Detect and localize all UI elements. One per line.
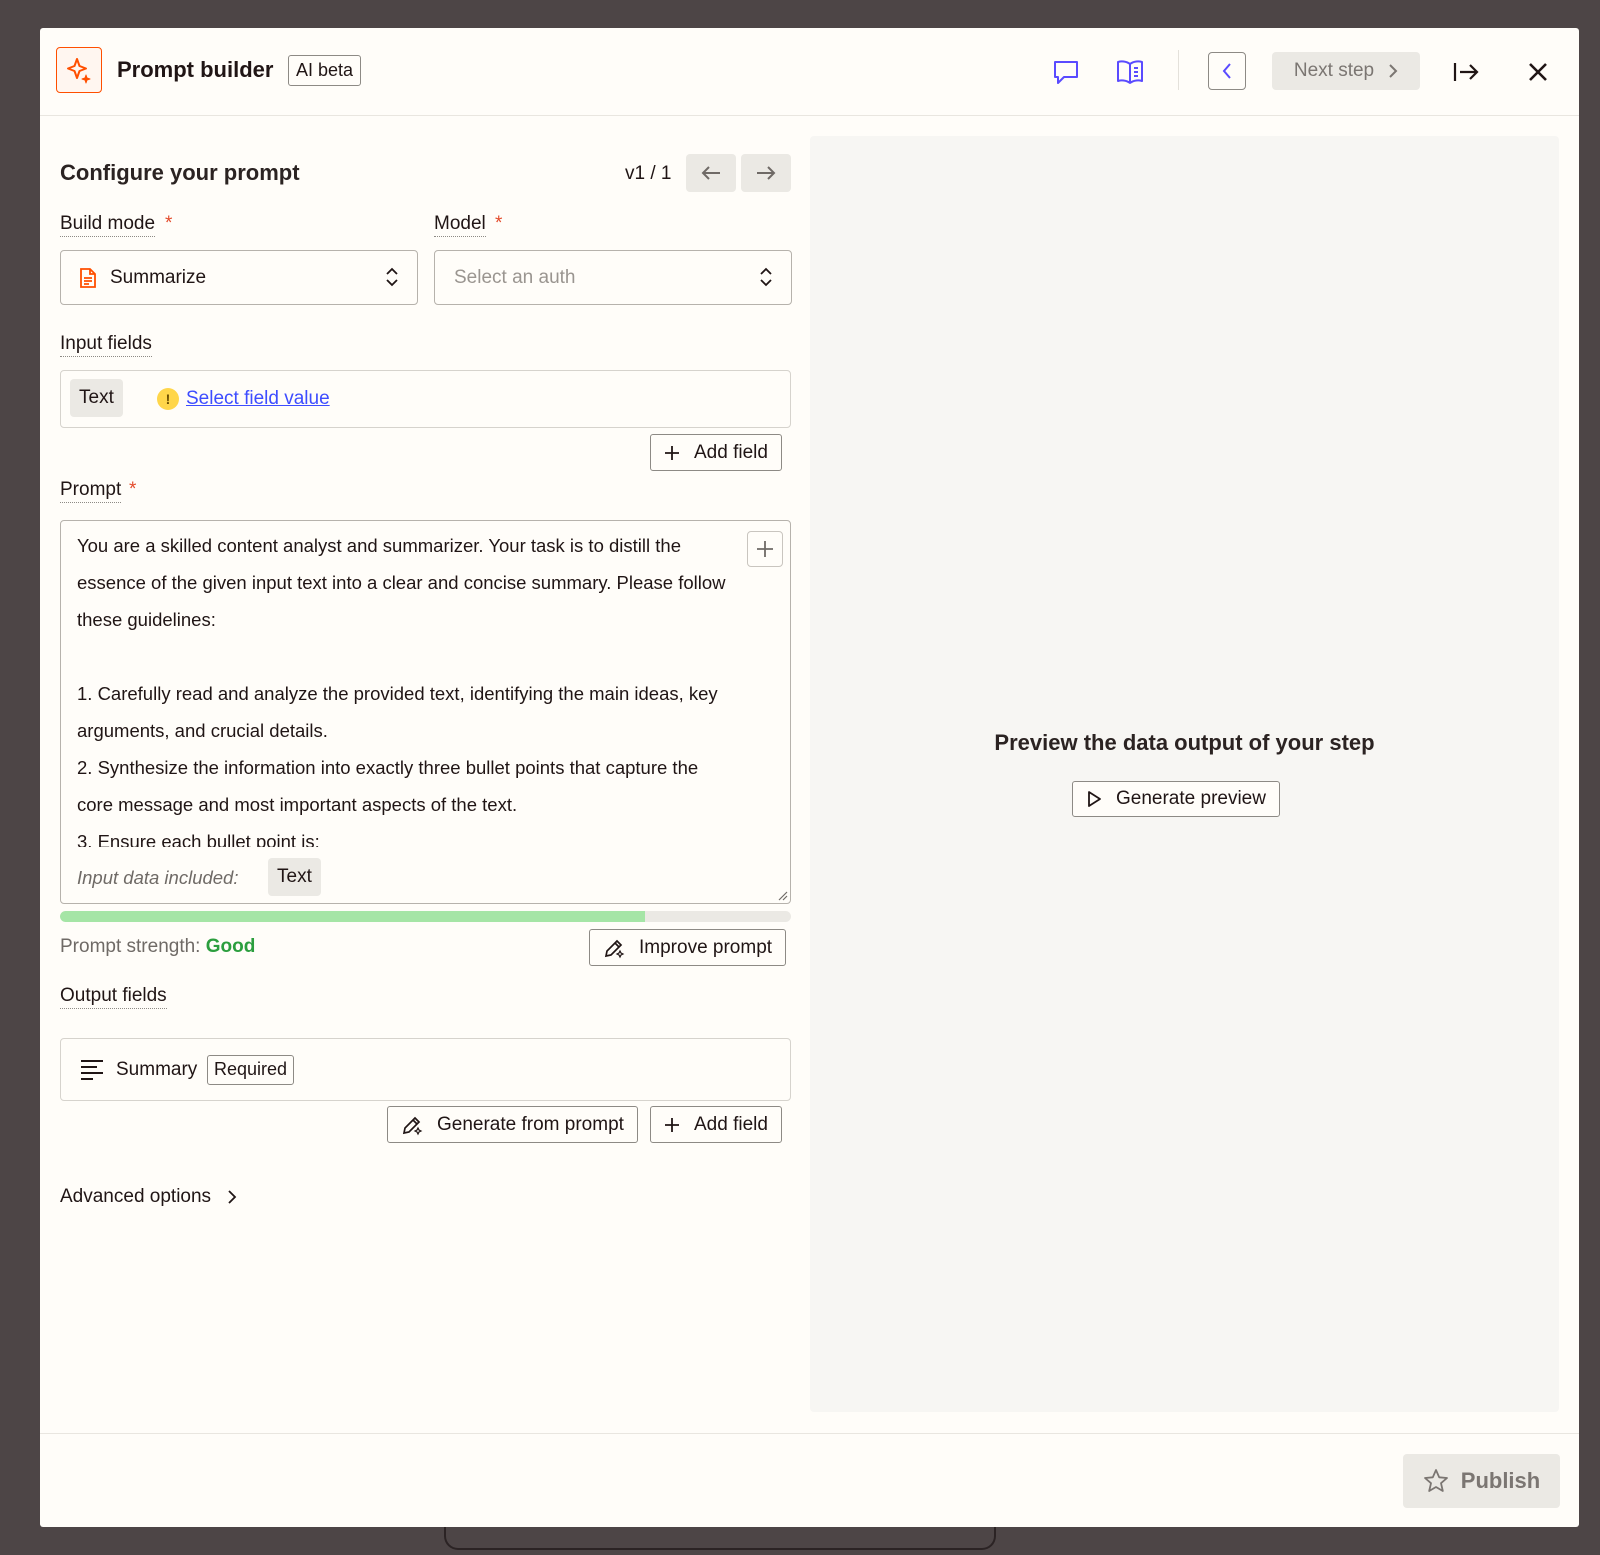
model-select[interactable]: Select an auth xyxy=(434,250,792,305)
prompt-strength-value: Good xyxy=(205,936,256,957)
output-field-name[interactable]: Summary xyxy=(116,1059,197,1081)
build-mode-label: Build mode xyxy=(60,213,156,237)
publish-button[interactable]: Publish xyxy=(1403,1454,1560,1508)
generate-preview-button[interactable]: Generate preview xyxy=(1072,781,1280,817)
required-asterisk: * xyxy=(129,479,137,500)
previous-step-button[interactable] xyxy=(1208,52,1246,90)
prompt-label: Prompt xyxy=(60,479,122,503)
add-field-label: Add field xyxy=(694,1113,768,1135)
header-divider xyxy=(1178,50,1179,90)
pencil-sparkle-icon xyxy=(604,939,625,958)
resize-icon[interactable] xyxy=(776,889,788,901)
prompt-strength-label: Prompt strength: xyxy=(60,936,201,957)
prompt-builder-modal: Prompt builder AI beta Next step Configu… xyxy=(40,28,1579,1527)
required-asterisk: * xyxy=(165,213,173,234)
advanced-options-toggle[interactable]: Advanced options xyxy=(60,1186,237,1208)
publish-label: Publish xyxy=(1460,1468,1541,1493)
star-icon xyxy=(1423,1469,1448,1492)
add-input-field-button[interactable]: Add field xyxy=(650,434,782,471)
chevron-right-icon xyxy=(1389,64,1398,78)
output-fields-box: Summary Required xyxy=(60,1038,791,1101)
generate-from-prompt-button[interactable]: Generate from prompt xyxy=(387,1106,638,1143)
close-icon[interactable] xyxy=(1522,56,1554,88)
select-field-value-link[interactable]: Select field value xyxy=(186,388,330,410)
input-field-chip[interactable]: Text xyxy=(70,379,123,417)
version-indicator: v1 / 1 xyxy=(625,163,672,184)
chevron-updown-icon xyxy=(386,267,398,287)
build-mode-select[interactable]: Summarize xyxy=(60,250,418,305)
next-step-label: Next step xyxy=(1293,60,1375,81)
advanced-options-label: Advanced options xyxy=(60,1186,212,1207)
prompt-strength-bar xyxy=(60,911,791,922)
required-asterisk: * xyxy=(495,213,503,234)
exit-panel-icon[interactable] xyxy=(1450,56,1482,88)
chat-icon[interactable] xyxy=(1050,56,1082,88)
pencil-sparkle-icon xyxy=(402,1116,423,1135)
next-step-button[interactable]: Next step xyxy=(1272,52,1420,90)
warning-icon: ! xyxy=(157,388,179,410)
lines-icon xyxy=(81,1060,103,1080)
prompt-strength: Prompt strength: Good xyxy=(60,936,255,958)
insert-variable-button[interactable] xyxy=(747,531,783,567)
prompt-strength-fill xyxy=(60,911,645,922)
generate-preview-label: Generate preview xyxy=(1116,788,1266,809)
arrow-left-icon xyxy=(701,166,720,180)
required-badge: Required xyxy=(207,1055,295,1085)
build-mode-value: Summarize xyxy=(110,267,207,288)
arrow-right-icon xyxy=(757,166,776,180)
modal-footer: Publish xyxy=(40,1433,1579,1527)
chevron-updown-icon xyxy=(760,267,772,287)
model-placeholder: Select an auth xyxy=(454,267,576,288)
preview-title: Preview the data output of your step xyxy=(994,730,1375,755)
modal-title: Prompt builder xyxy=(117,57,274,82)
plus-icon xyxy=(757,541,773,557)
configure-title: Configure your prompt xyxy=(60,160,300,185)
document-icon xyxy=(80,268,96,288)
add-field-label: Add field xyxy=(694,441,768,463)
preview-panel: Preview the data output of your step Gen… xyxy=(810,136,1559,1412)
generate-from-prompt-label: Generate from prompt xyxy=(437,1113,624,1135)
prompt-textarea[interactable]: You are a skilled content analyst and su… xyxy=(60,520,791,904)
previous-version-button[interactable] xyxy=(686,154,736,192)
improve-prompt-label: Improve prompt xyxy=(639,936,773,958)
input-fields-label: Input fields xyxy=(60,333,152,357)
chevron-right-icon xyxy=(228,1190,237,1204)
prompt-text[interactable]: You are a skilled content analyst and su… xyxy=(77,527,737,847)
output-fields-label: Output fields xyxy=(60,985,167,1009)
modal-header: Prompt builder AI beta Next step xyxy=(40,28,1579,116)
beta-badge: AI beta xyxy=(288,55,362,86)
plus-icon xyxy=(665,1117,679,1132)
add-output-field-button[interactable]: Add field xyxy=(650,1106,782,1143)
plus-icon xyxy=(665,445,679,460)
input-data-included-label: Input data included: xyxy=(77,867,239,888)
next-version-button[interactable] xyxy=(741,154,791,192)
included-data-chip[interactable]: Text xyxy=(268,858,321,896)
input-fields-box: Text ! Select field value xyxy=(60,370,791,428)
model-label: Model xyxy=(434,213,486,237)
chevron-left-icon xyxy=(1222,63,1231,79)
improve-prompt-button[interactable]: Improve prompt xyxy=(589,929,787,966)
book-icon[interactable] xyxy=(1114,56,1146,88)
play-icon xyxy=(1088,791,1101,807)
sparkle-icon xyxy=(56,47,102,93)
